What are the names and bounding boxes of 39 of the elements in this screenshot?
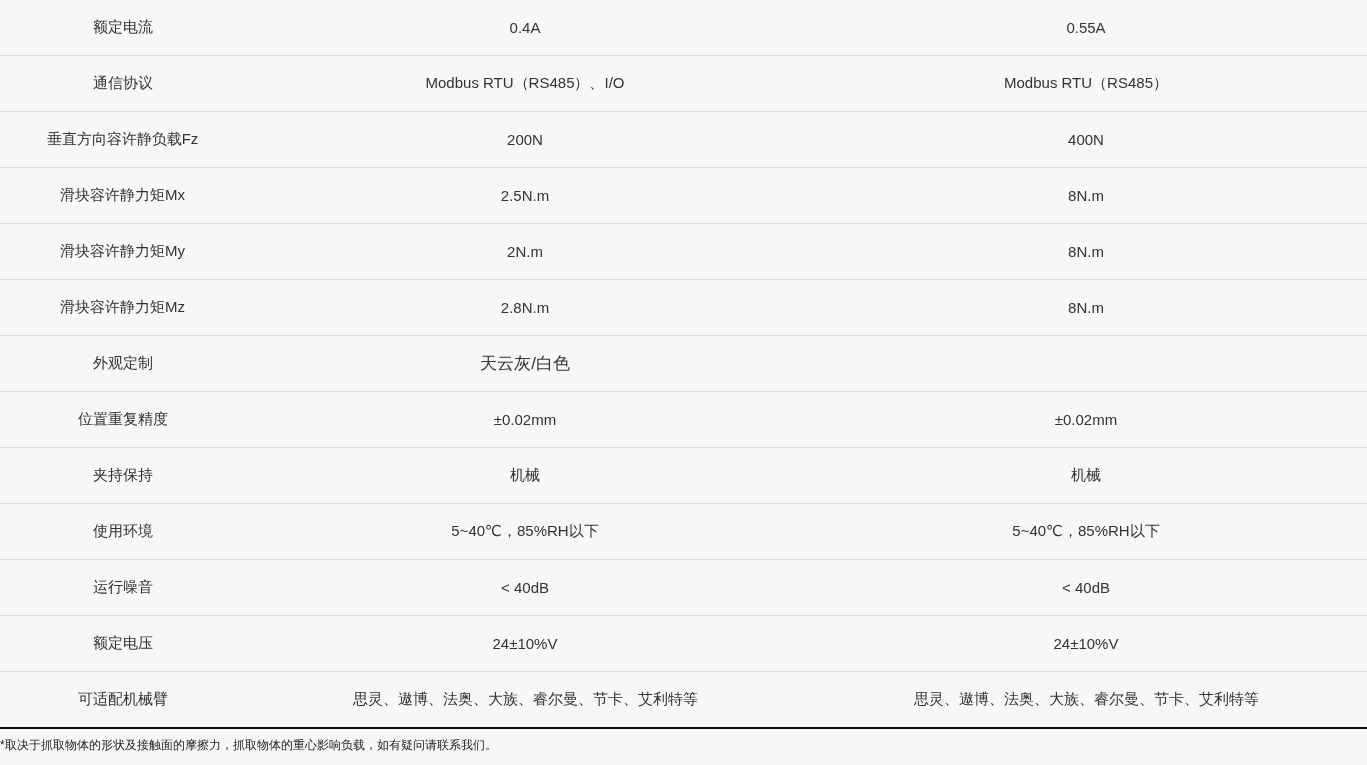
- table-cell: 400N: [1068, 131, 1104, 148]
- table-cell: 8N.m: [1068, 243, 1104, 260]
- table-cell: < 40dB: [501, 579, 549, 596]
- table-cell: 思灵、遨博、法奥、大族、睿尔曼、节卡、艾利特等: [352, 690, 698, 707]
- row-label: 外观定制: [92, 354, 153, 371]
- table-cell: 8N.m: [1068, 299, 1104, 316]
- row-label: 位置重复精度: [77, 410, 168, 427]
- table-cell: 8N.m: [1068, 187, 1104, 204]
- row-label: 夹持保持: [92, 466, 153, 483]
- table-cell: 机械: [1071, 466, 1101, 483]
- table-cell: 200N: [507, 131, 543, 148]
- table-cell: 2N.m: [507, 243, 543, 260]
- table-cell: < 40dB: [1062, 579, 1110, 596]
- table-cell: 24±10%V: [1053, 635, 1119, 652]
- row-label: 滑块容许静力矩My: [60, 242, 185, 259]
- row-label: 垂直方向容许静负载Fz: [46, 130, 199, 147]
- table-cell: 2.8N.m: [500, 299, 550, 316]
- row-label: 使用环境: [92, 522, 153, 539]
- table-cell: 0.4A: [509, 19, 541, 36]
- table-cell: ±0.02mm: [1054, 411, 1118, 428]
- table-cell: 思灵、遨博、法奥、大族、睿尔曼、节卡、艾利特等: [913, 690, 1259, 707]
- footnote: *取决于抓取物体的形状及接触面的摩擦力，抓取物体的重心影响负载，如有疑问请联系我们。: [0, 737, 498, 754]
- table-cell: ±0.02mm: [493, 411, 557, 428]
- table-cell: 24±10%V: [492, 635, 558, 652]
- table-cell: 5~40℃，85%RH以下: [451, 522, 599, 539]
- row-label: 通信协议: [92, 74, 153, 91]
- table-cell: 5~40℃，85%RH以下: [1012, 522, 1160, 539]
- table-cell: Modbus RTU（RS485）: [1004, 74, 1168, 91]
- table-cell: 机械: [510, 466, 540, 483]
- table-cell: 0.55A: [1066, 19, 1106, 36]
- row-label: 滑块容许静力矩Mz: [60, 298, 185, 315]
- row-label: 滑块容许静力矩Mx: [60, 186, 185, 203]
- table-cell: 2.5N.m: [500, 187, 550, 204]
- row-label: 额定电压: [92, 634, 153, 651]
- row-label: 额定电流: [92, 18, 153, 35]
- table-cell: 天云灰/白色: [480, 354, 570, 373]
- row-label: 运行噪音: [92, 578, 153, 595]
- row-label: 可适配机械臂: [77, 690, 168, 707]
- table-cell: Modbus RTU（RS485）、I/O: [425, 74, 625, 91]
